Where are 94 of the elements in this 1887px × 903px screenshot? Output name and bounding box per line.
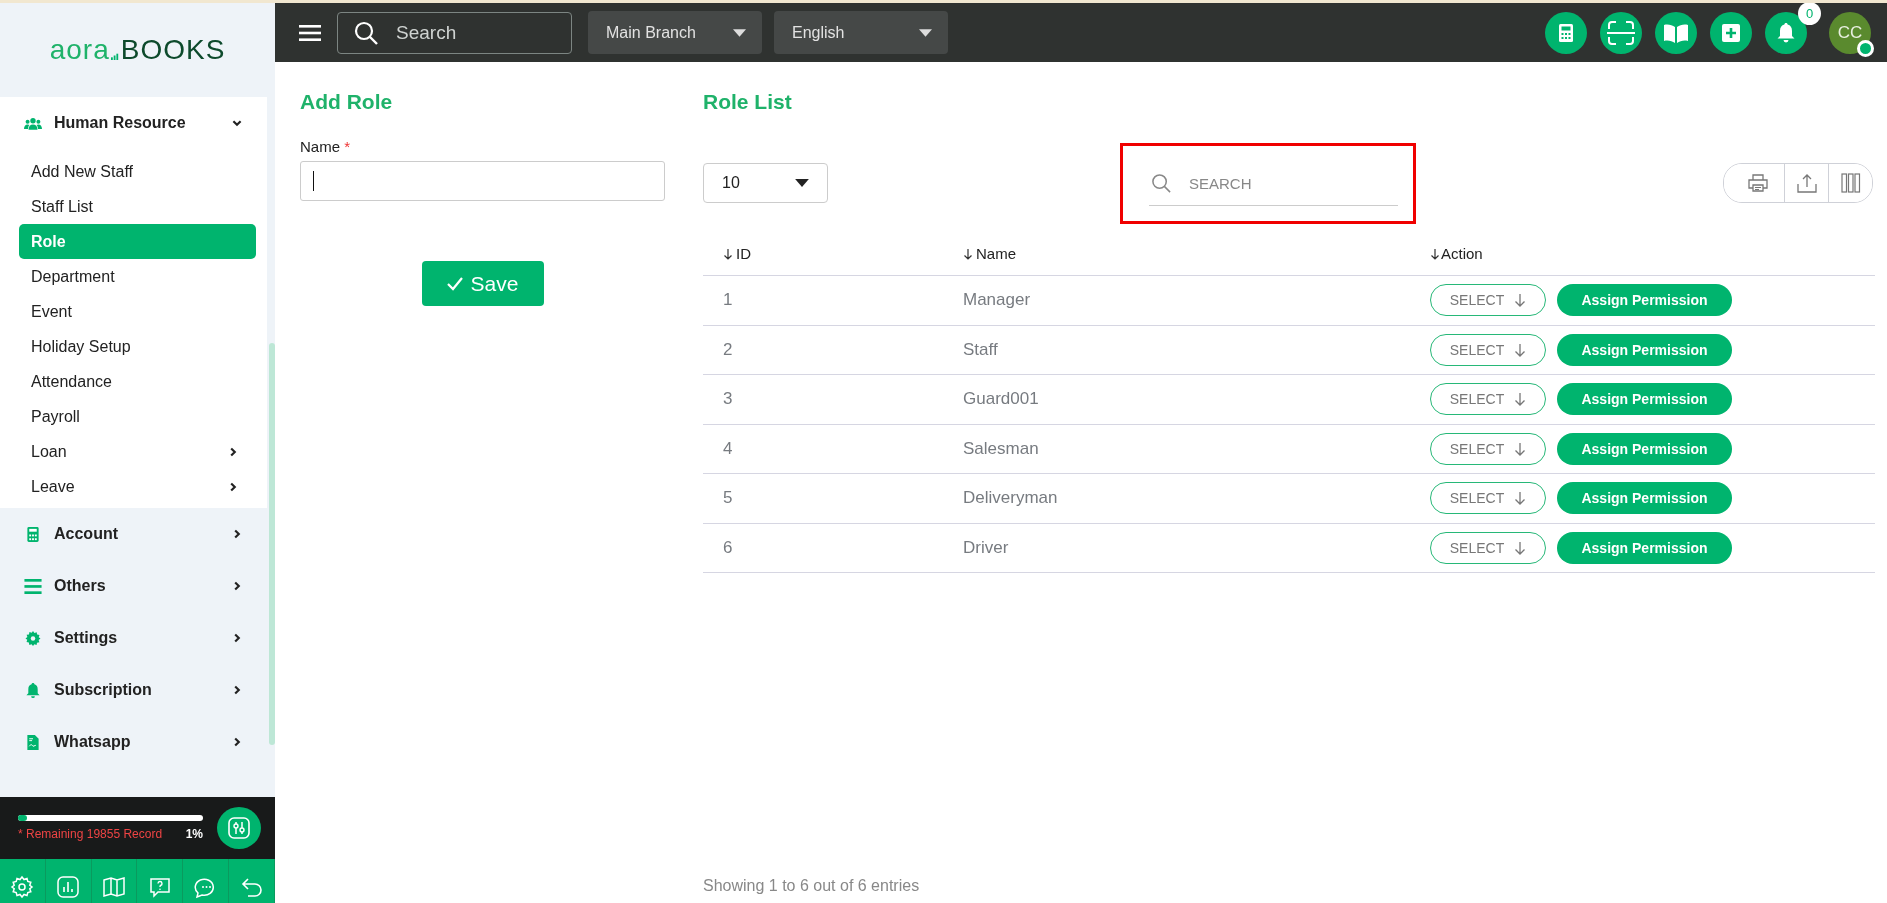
sort-arrow-icon <box>963 247 973 260</box>
search-icon <box>353 19 379 46</box>
menu-button[interactable] <box>299 23 321 42</box>
bell-icon <box>24 682 42 698</box>
select-dropdown[interactable]: SELECT <box>1430 531 1546 564</box>
menu-group[interactable]: Others <box>0 560 267 612</box>
user-avatar[interactable]: CC <box>1829 11 1871 54</box>
arrow-down-icon <box>1514 540 1527 555</box>
table-cell: Manager <box>963 290 1031 310</box>
calculator-icon <box>1559 23 1573 42</box>
table-cell: Guard001 <box>963 389 1039 409</box>
table-cell: 2 <box>723 339 733 359</box>
scan-icon <box>1607 19 1635 46</box>
usage-percent: 1% <box>185 827 203 841</box>
column-header[interactable]: ID <box>703 245 943 262</box>
menu-group[interactable]: Human Resource <box>0 97 267 149</box>
field-label: Name <box>300 138 340 155</box>
table-cell: 4 <box>723 438 733 458</box>
check-icon <box>446 276 463 291</box>
plus-icon <box>1722 23 1740 42</box>
table-cell: 5 <box>723 488 733 508</box>
question-bubble-icon <box>147 875 172 899</box>
column-header[interactable]: Name <box>943 245 1409 262</box>
logo: aora BOOKS <box>49 34 226 66</box>
sliders-icon <box>228 817 250 839</box>
notification-count: 0 <box>1798 3 1821 25</box>
select-dropdown[interactable]: SELECT <box>1430 383 1546 416</box>
table-cell: Deliveryman <box>963 488 1058 508</box>
arrow-down-icon <box>1514 293 1527 308</box>
upload-icon <box>1796 173 1817 193</box>
caret-icon <box>733 28 746 37</box>
menu-item[interactable]: Leave <box>19 469 256 504</box>
menu-item[interactable]: Department <box>19 259 256 294</box>
branch-dropdown[interactable]: Main Branch <box>588 11 762 54</box>
section-title: Add Role <box>300 90 394 114</box>
table-cell: Salesman <box>963 438 1039 458</box>
settings-icon <box>24 630 42 646</box>
select-dropdown[interactable]: SELECT <box>1430 432 1546 465</box>
arrow-down-icon <box>1514 441 1527 456</box>
menu-group[interactable]: Settings <box>0 612 267 664</box>
language-dropdown[interactable]: English <box>774 11 948 54</box>
table-cell: 1 <box>723 290 733 310</box>
menu-item[interactable]: Attendance <box>19 364 256 399</box>
columns-icon <box>1840 173 1861 193</box>
menu-item[interactable]: Holiday Setup <box>19 329 256 364</box>
table-cell: 6 <box>723 537 733 557</box>
select-dropdown[interactable]: SELECT <box>1430 482 1546 515</box>
book-icon <box>102 875 127 899</box>
print-icon <box>1748 174 1768 192</box>
arrow-down-icon <box>1514 342 1527 357</box>
table-cell: Driver <box>963 537 1009 557</box>
arrow-down-icon <box>1514 392 1527 407</box>
required-mark: * <box>344 138 351 155</box>
remaining-records-text: * Remaining 19855 Record <box>18 827 163 841</box>
calculator-icon <box>24 526 42 542</box>
menu-group[interactable]: Whatsapp <box>0 716 267 768</box>
column-header[interactable]: Action <box>1409 245 1875 262</box>
sort-arrow-icon <box>1430 247 1440 260</box>
menu-icon <box>24 578 42 594</box>
sort-arrow-icon <box>723 247 733 260</box>
menu-item[interactable]: Loan <box>19 434 256 469</box>
table-cell: Staff <box>963 339 998 359</box>
notifications-button[interactable] <box>1765 11 1807 54</box>
page-size-dropdown[interactable]: 10 <box>703 163 828 203</box>
calculator-button[interactable] <box>1545 11 1587 54</box>
caret-icon <box>795 179 809 187</box>
sliders-button[interactable] <box>217 807 261 849</box>
bar-chart-icon <box>56 875 81 899</box>
menu-item[interactable]: Payroll <box>19 399 256 434</box>
entries-summary: Showing 1 to 6 out of 6 entries <box>703 877 921 896</box>
settings-icon <box>10 875 35 899</box>
menu-group[interactable]: Subscription <box>0 664 267 716</box>
scan-button[interactable] <box>1600 11 1642 54</box>
arrow-down-icon <box>1514 491 1527 506</box>
table-cell: 3 <box>723 389 733 409</box>
add-button[interactable] <box>1710 11 1752 54</box>
menu-group[interactable]: Account <box>0 508 267 560</box>
search-field[interactable]: Search <box>337 11 572 54</box>
document-icon <box>24 734 42 750</box>
columns-button[interactable] <box>1828 164 1872 202</box>
menu-item[interactable]: Staff List <box>19 189 256 224</box>
return-arrow-icon <box>239 875 264 899</box>
menu-icon <box>299 23 321 42</box>
section-title: Role List <box>703 90 793 114</box>
select-dropdown[interactable]: SELECT <box>1430 284 1546 317</box>
bell-icon <box>1777 22 1795 43</box>
caret-icon <box>919 28 932 37</box>
menu-item[interactable]: Add New Staff <box>19 154 256 189</box>
select-dropdown[interactable]: SELECT <box>1430 333 1546 366</box>
book-button[interactable] <box>1655 11 1697 54</box>
name-input-field[interactable] <box>300 161 665 201</box>
users-icon <box>24 115 42 131</box>
book-icon <box>1663 22 1689 43</box>
menu-item[interactable]: Event <box>19 294 256 329</box>
